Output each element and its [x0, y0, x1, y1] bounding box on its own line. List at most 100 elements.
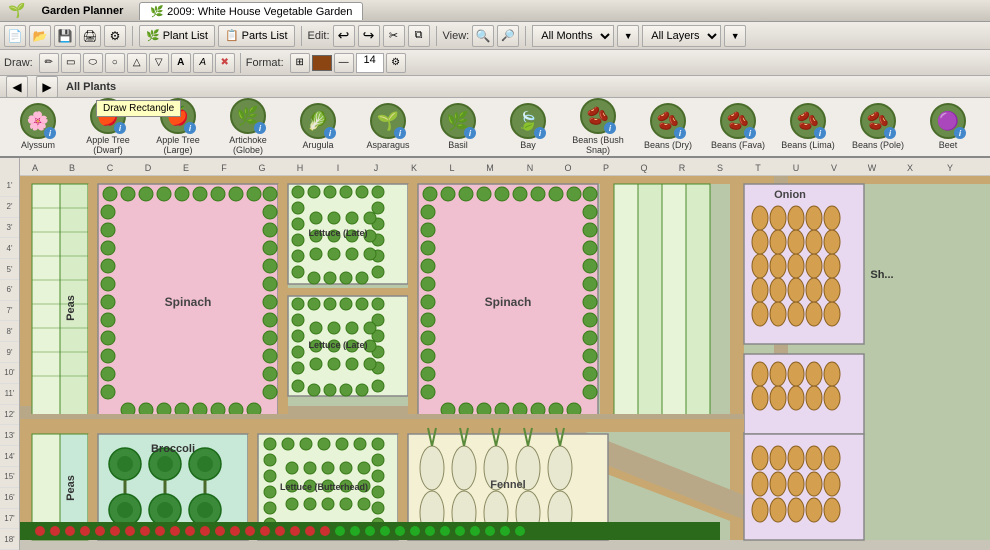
plant-item[interactable]: 🥬iArugula	[284, 101, 352, 153]
plant-icon: 🫘i	[650, 103, 686, 139]
back-nav-btn[interactable]: ◀	[6, 76, 28, 98]
plant-info-button[interactable]: i	[954, 127, 966, 139]
row-number: 13'	[0, 425, 19, 446]
svg-text:O: O	[564, 163, 571, 173]
italic-text-tool[interactable]: A	[193, 53, 213, 73]
plant-item[interactable]: 🫘iBeans (Pole)	[844, 101, 912, 153]
open-button[interactable]: 📂	[29, 25, 51, 47]
plant-info-button[interactable]: i	[534, 127, 546, 139]
copy-button[interactable]: ⧉	[408, 25, 430, 47]
grid-format-btn[interactable]: ⊞	[290, 53, 310, 73]
undo-button[interactable]: ↩	[333, 25, 355, 47]
document-tab[interactable]: 🌿 2009: White House Vegetable Garden	[139, 2, 363, 20]
plant-icon: 🌿i	[440, 103, 476, 139]
title-bar: 🌱 Garden Planner 🌿 2009: White House Veg…	[0, 0, 990, 22]
plant-info-button[interactable]: i	[394, 127, 406, 139]
new-button[interactable]: 📄	[4, 25, 26, 47]
svg-text:Lettuce (Late): Lettuce (Late)	[308, 340, 367, 350]
plant-info-button[interactable]: i	[674, 127, 686, 139]
triangle-up-tool[interactable]: △	[127, 53, 147, 73]
row-number: 18'	[0, 529, 19, 550]
rectangle-tool[interactable]: ▭	[61, 53, 81, 73]
row-number: 17'	[0, 509, 19, 530]
svg-text:Q: Q	[640, 163, 647, 173]
svg-text:A: A	[32, 163, 38, 173]
row-number: 2'	[0, 197, 19, 218]
plant-info-button[interactable]: i	[254, 122, 266, 134]
parts-list-button[interactable]: 📋 Parts List	[218, 25, 295, 47]
svg-text:L: L	[449, 163, 454, 173]
plant-item[interactable]: 🫘iBeans (Bush Snap)	[564, 98, 632, 158]
settings-format-btn[interactable]: ⚙	[386, 53, 406, 73]
text-tool[interactable]: A	[171, 53, 191, 73]
pencil-tool[interactable]: ✏	[39, 53, 59, 73]
plant-info-button[interactable]: i	[324, 127, 336, 139]
tab-icon: 🌿	[150, 6, 164, 18]
zoom-in-button[interactable]: 🔍	[472, 25, 494, 47]
fwd-nav-btn[interactable]: ▶	[36, 76, 58, 98]
line-style-btn[interactable]: —	[334, 53, 354, 73]
svg-text:K: K	[411, 163, 417, 173]
svg-text:C: C	[107, 163, 114, 173]
fill-color-swatch[interactable]	[312, 55, 332, 71]
plant-item[interactable]: 🌸iAlyssum	[4, 101, 72, 153]
circle-tool[interactable]: ○	[105, 53, 125, 73]
plant-label: Artichoke (Globe)	[216, 136, 280, 156]
ellipse-tool[interactable]: ⬭	[83, 53, 103, 73]
layers-dropdown-arrow[interactable]: ▼	[724, 25, 746, 47]
plant-info-button[interactable]: i	[114, 122, 126, 134]
settings-button[interactable]: ⚙	[104, 25, 126, 47]
plant-info-button[interactable]: i	[464, 127, 476, 139]
svg-text:Spinach: Spinach	[485, 295, 532, 309]
plant-info-button[interactable]: i	[884, 127, 896, 139]
plant-item[interactable]: 🍃iBay	[494, 101, 562, 153]
garden-canvas[interactable]: A B C D E F G H I J K L M N O P Q R S T …	[20, 158, 990, 550]
plant-info-button[interactable]: i	[604, 122, 616, 134]
months-dropdown-arrow[interactable]: ▼	[617, 25, 639, 47]
font-size-input[interactable]: 14	[356, 53, 384, 73]
plant-list-bar: ◀ ▶ All Plants	[0, 76, 990, 98]
plant-icon: 🫘i	[860, 103, 896, 139]
svg-text:S: S	[717, 163, 723, 173]
plant-item[interactable]: 🌿iArtichoke (Globe)	[214, 98, 282, 158]
plant-info-button[interactable]: i	[814, 127, 826, 139]
plant-item[interactable]: 🫘iBeans (Dry)	[634, 101, 702, 153]
plant-item[interactable]: 🌱iAsparagus	[354, 101, 422, 153]
cut-button[interactable]: ✂	[383, 25, 405, 47]
plant-info-button[interactable]: i	[744, 127, 756, 139]
plant-label: Apple Tree (Large)	[146, 136, 210, 156]
separator2	[301, 26, 302, 46]
svg-text:E: E	[183, 163, 189, 173]
all-plants-tab[interactable]: All Plants	[66, 81, 116, 93]
plant-icon: 🍃i	[510, 103, 546, 139]
svg-text:U: U	[793, 163, 800, 173]
plant-item[interactable]: 🟣iBeet	[914, 101, 982, 153]
zoom-out-button[interactable]: 🔎	[497, 25, 519, 47]
row-number: 5'	[0, 259, 19, 280]
svg-text:Peas: Peas	[65, 475, 77, 501]
layers-dropdown[interactable]: All Layers	[642, 25, 721, 47]
plant-info-button[interactable]: i	[44, 127, 56, 139]
row-number: 8'	[0, 321, 19, 342]
triangle-down-tool[interactable]: ▽	[149, 53, 169, 73]
redo-button[interactable]: ↪	[358, 25, 380, 47]
plant-item[interactable]: 🌿iBasil	[424, 101, 492, 153]
toolbar1: 📄 📂 💾 🖨 ⚙ 🌿 Plant List 📋 Parts List Edit…	[0, 22, 990, 50]
separator4	[525, 26, 526, 46]
plant-item[interactable]: 🫘iBeans (Fava)	[704, 101, 772, 153]
app-title: Garden Planner	[41, 5, 123, 17]
plant-list-button[interactable]: 🌿 Plant List	[139, 25, 215, 47]
svg-text:P: P	[603, 163, 609, 173]
plant-label: Apple Tree (Dwarf)	[76, 136, 140, 156]
months-dropdown[interactable]: All Months	[532, 25, 614, 47]
eraser-tool[interactable]: ✖	[215, 53, 235, 73]
main-area: 1'2'3'4'5'6'7'8'9'10'11'12'13'14'15'16'1…	[0, 158, 990, 550]
row-number: 11'	[0, 384, 19, 405]
save-button[interactable]: 💾	[54, 25, 76, 47]
plant-item[interactable]: 🫐iBlackberry	[984, 101, 990, 153]
print-button[interactable]: 🖨	[79, 25, 101, 47]
row-number: 3'	[0, 218, 19, 239]
plant-item[interactable]: 🫘iBeans (Lima)	[774, 101, 842, 153]
svg-text:G: G	[258, 163, 265, 173]
plant-info-button[interactable]: i	[184, 122, 196, 134]
